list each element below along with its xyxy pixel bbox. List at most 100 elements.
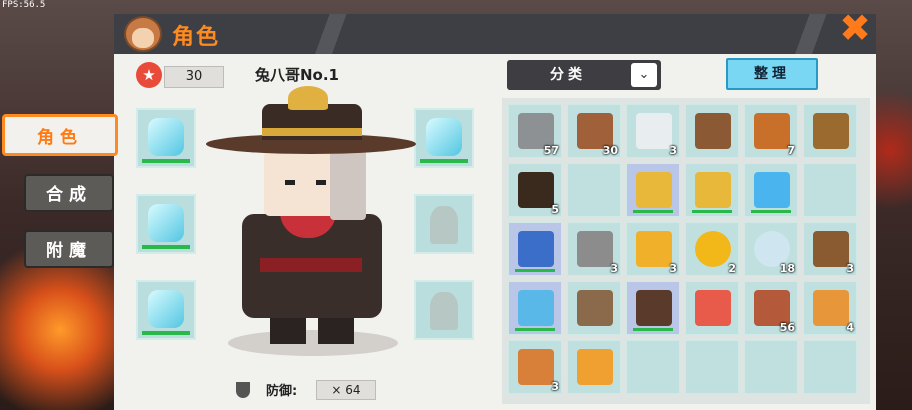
item-count: 5: [551, 203, 559, 216]
inventory-slot[interactable]: 3: [626, 104, 680, 158]
armor-vest-icon: [695, 290, 731, 326]
equip-slot-chest[interactable]: [136, 194, 196, 254]
character-leg: [270, 318, 306, 344]
inventory-slot[interactable]: 3: [508, 340, 562, 394]
inventory-slot[interactable]: [744, 340, 798, 394]
inventory-slot[interactable]: 18: [744, 222, 798, 276]
rocket-icon: [577, 349, 613, 385]
inventory-slot[interactable]: 30: [567, 104, 621, 158]
equip-slot-cape[interactable]: [414, 194, 474, 254]
inventory-slot[interactable]: [685, 104, 739, 158]
inventory-slot[interactable]: [626, 340, 680, 394]
torch-icon: [754, 113, 790, 149]
item-count: 2: [728, 262, 736, 275]
durability-bar: [751, 210, 791, 213]
inventory-slot[interactable]: 3: [626, 222, 680, 276]
tab-character[interactable]: 角色: [2, 114, 118, 156]
ice-chestplate-icon: [148, 204, 184, 242]
sort-dropdown[interactable]: 分类 ⌄: [507, 60, 661, 90]
inventory-slot[interactable]: [567, 281, 621, 335]
ice-helmet-icon: [148, 118, 184, 156]
panel-title: 角色: [172, 25, 221, 50]
inventory-slot[interactable]: 7: [744, 104, 798, 158]
dark-block-icon: [518, 172, 554, 208]
character-shadow: [228, 330, 398, 356]
mount-placeholder-icon: [430, 292, 458, 330]
inventory-slot[interactable]: [803, 104, 857, 158]
burger-icon: [518, 349, 554, 385]
inventory-slot[interactable]: 3: [567, 222, 621, 276]
item-count: 7: [787, 144, 795, 157]
character-sash: [260, 258, 362, 272]
tidy-button[interactable]: 整理: [726, 58, 818, 90]
ice-boots-icon: [426, 118, 462, 156]
item-count: 4: [846, 321, 854, 334]
durability-bar: [633, 210, 673, 213]
inventory-slot[interactable]: [626, 281, 680, 335]
ice-sword-icon: [518, 290, 554, 326]
character-leg: [318, 318, 354, 344]
tab-crafting[interactable]: 合成: [24, 174, 114, 212]
gold-coin-icon: [695, 231, 731, 267]
shield-icon: [236, 382, 250, 398]
inventory-slot[interactable]: 56: [744, 281, 798, 335]
defense-value: × 64: [316, 380, 376, 400]
inventory-slot[interactable]: [685, 281, 739, 335]
inventory-slot[interactable]: 5: [508, 163, 562, 217]
tab-enchant[interactable]: 附魔: [24, 230, 114, 268]
item-count: 3: [551, 380, 559, 393]
player-avatar-icon: [124, 16, 162, 52]
inventory-slot[interactable]: [685, 163, 739, 217]
barrel-icon: [813, 113, 849, 149]
equip-slot-mount[interactable]: [414, 280, 474, 340]
bread-icon: [813, 290, 849, 326]
inventory-slot[interactable]: [567, 163, 621, 217]
inventory-slot[interactable]: [803, 163, 857, 217]
inventory-grid: 57 30 3 7 5 3 3 2 18 3 56 4 3: [502, 98, 870, 404]
inventory-slot[interactable]: [508, 281, 562, 335]
fps-counter: FPS:56.5: [2, 0, 46, 10]
item-count: 3: [610, 262, 618, 275]
cape-placeholder-icon: [430, 206, 458, 244]
equip-slot-legs[interactable]: [136, 280, 196, 340]
durability-bar: [515, 269, 555, 272]
wrench-icon: [518, 231, 554, 267]
string-icon: [636, 113, 672, 149]
item-count: 3: [846, 262, 854, 275]
durability-bar: [142, 159, 190, 163]
close-icon[interactable]: ✖: [836, 9, 874, 47]
equip-slot-helmet[interactable]: [136, 108, 196, 168]
item-count: 18: [779, 262, 795, 275]
inventory-slot[interactable]: [626, 163, 680, 217]
defense-label: 防御:: [266, 384, 298, 399]
stick-icon: [813, 231, 849, 267]
character-eye: [316, 180, 326, 185]
item-count: 30: [602, 144, 618, 157]
sort-label: 分类: [550, 67, 586, 83]
stone-ore-icon: [577, 231, 613, 267]
inventory-slot[interactable]: 4: [803, 281, 857, 335]
crafting-table-icon: [695, 113, 731, 149]
inventory-slot[interactable]: 2: [685, 222, 739, 276]
dark-bow-icon: [636, 290, 672, 326]
gold-shovel-icon: [695, 172, 731, 208]
inventory-slot[interactable]: [567, 340, 621, 394]
inventory-slot[interactable]: [508, 222, 562, 276]
gold-shovel-icon: [636, 172, 672, 208]
title-decoration: [300, 14, 370, 54]
durability-bar: [142, 245, 190, 249]
character-name: 兔八哥No.1: [255, 66, 339, 84]
inventory-slot[interactable]: [685, 340, 739, 394]
character-eye: [285, 180, 295, 185]
inventory-slot[interactable]: 57: [508, 104, 562, 158]
inventory-slot[interactable]: 3: [803, 222, 857, 276]
inventory-slot[interactable]: [744, 163, 798, 217]
inventory-slot[interactable]: [803, 340, 857, 394]
ice-leggings-icon: [148, 290, 184, 328]
diamond-shovel-icon: [754, 172, 790, 208]
durability-bar: [692, 210, 732, 213]
durability-bar: [515, 328, 555, 331]
durability-bar: [142, 331, 190, 335]
equip-slot-boots[interactable]: [414, 108, 474, 168]
durability-bar: [420, 159, 468, 163]
